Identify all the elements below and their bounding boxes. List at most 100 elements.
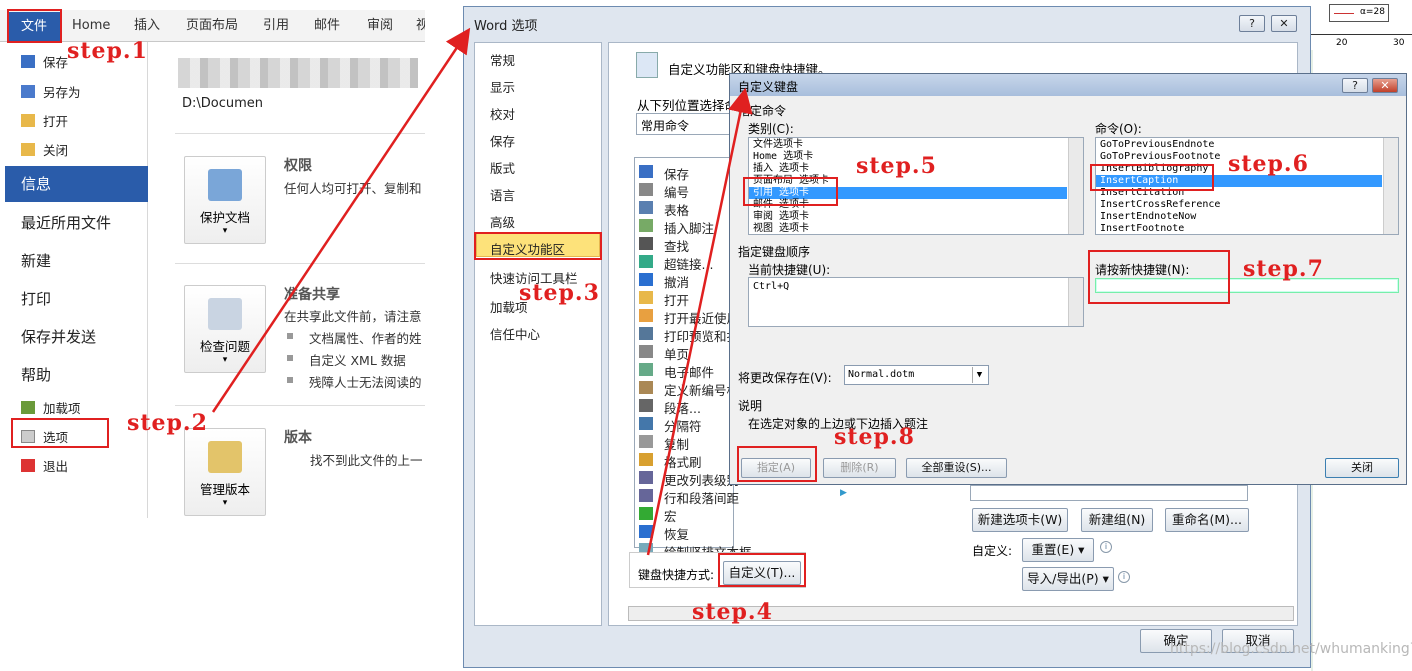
command-item[interactable]: 行和段落间距 bbox=[664, 488, 739, 507]
nav-print[interactable]: 打印 bbox=[5, 288, 148, 309]
chevron-down-icon[interactable]: ▼ bbox=[972, 367, 986, 383]
list-item[interactable]: Home 选项卡 bbox=[753, 151, 813, 163]
command-item[interactable]: 单页 bbox=[664, 344, 689, 363]
nav-layout[interactable]: 版式 bbox=[490, 158, 515, 177]
nav-proofing[interactable]: 校对 bbox=[490, 104, 515, 123]
nav-info[interactable]: 信息 bbox=[5, 166, 148, 202]
list-item[interactable]: InsertCrossReference bbox=[1100, 199, 1220, 211]
manage-versions-button[interactable]: 管理版本 ▾ bbox=[184, 428, 266, 516]
command-item[interactable]: 段落... bbox=[664, 398, 701, 417]
keyboard-help-button[interactable]: ? bbox=[1342, 78, 1368, 93]
command-item[interactable]: 表格 bbox=[664, 200, 689, 219]
command-item[interactable]: 保存 bbox=[664, 164, 689, 183]
nav-save-send[interactable]: 保存并发送 bbox=[5, 326, 148, 347]
choose-from-dropdown[interactable]: 常用命令 bbox=[636, 113, 732, 135]
keyboard-close-button[interactable]: 关闭 bbox=[1325, 458, 1399, 478]
tab-mailings[interactable]: 邮件 bbox=[314, 10, 340, 42]
check-issues-button[interactable]: 检查问题 ▾ bbox=[184, 285, 266, 373]
command-item[interactable]: 分隔符 bbox=[664, 416, 702, 435]
list-item[interactable]: 审阅 选项卡 bbox=[753, 211, 809, 223]
list-item[interactable]: 插入 选项卡 bbox=[753, 163, 809, 175]
new-tab-button[interactable]: 新建选项卡(W) bbox=[972, 508, 1068, 532]
prepare-share-item: 残障人士无法阅读的 bbox=[309, 375, 422, 390]
command-item[interactable]: 格式刷 bbox=[664, 452, 702, 471]
command-scrollbar[interactable] bbox=[1383, 138, 1398, 234]
command-item[interactable]: 查找 bbox=[664, 236, 689, 255]
ribbon-tabs: Home 插入 页面布局 引用 邮件 审阅 视 bbox=[0, 10, 425, 42]
current-keys-scrollbar[interactable] bbox=[1068, 278, 1083, 326]
list-item[interactable]: 文件选项卡 bbox=[753, 139, 803, 151]
highlight-assign bbox=[737, 446, 817, 482]
command-item[interactable]: 超链接... bbox=[664, 254, 713, 273]
command-item[interactable]: 打开 bbox=[664, 290, 689, 309]
current-keys-list[interactable]: Ctrl+Q bbox=[748, 277, 1084, 327]
folder-close-icon bbox=[21, 143, 35, 156]
remove-button[interactable]: 删除(R) bbox=[823, 458, 896, 478]
reset-button[interactable]: 重置(E) ▾ bbox=[1022, 538, 1094, 562]
reset-all-button[interactable]: 全部重设(S)... bbox=[906, 458, 1007, 478]
tab-page-layout[interactable]: 页面布局 bbox=[186, 10, 238, 42]
lock-key-icon bbox=[208, 169, 242, 201]
nav-advanced[interactable]: 高级 bbox=[490, 212, 515, 231]
tab-review[interactable]: 审阅 bbox=[367, 10, 393, 42]
command-item[interactable]: 复制 bbox=[664, 434, 689, 453]
addins-icon bbox=[21, 401, 35, 414]
command-icon bbox=[639, 489, 653, 502]
keyboard-titlebar bbox=[730, 74, 1406, 96]
nav-display[interactable]: 显示 bbox=[490, 77, 515, 96]
nav-close[interactable]: 关闭 bbox=[5, 140, 148, 159]
command-item[interactable]: 编号 bbox=[664, 182, 689, 201]
customize-icon bbox=[636, 52, 658, 78]
nav-save-as[interactable]: 另存为 bbox=[5, 82, 148, 101]
nav-recent[interactable]: 最近所用文件 bbox=[5, 212, 148, 233]
command-item[interactable]: 更改列表级别 bbox=[664, 470, 739, 489]
command-item[interactable]: 恢复 bbox=[664, 524, 689, 543]
list-item[interactable]: 视图 选项卡 bbox=[753, 223, 809, 234]
step-label: step.7 bbox=[1243, 256, 1324, 282]
list-item[interactable]: InsertEndnoteNow bbox=[1100, 211, 1196, 223]
nav-help[interactable]: 帮助 bbox=[5, 364, 148, 385]
keyboard-close-x-button[interactable]: ✕ bbox=[1372, 78, 1398, 93]
command-item[interactable]: 电子邮件 bbox=[664, 362, 714, 381]
nav-open[interactable]: 打开 bbox=[5, 111, 148, 130]
chart-legend: α=28 bbox=[1329, 4, 1389, 22]
watermark: https://blog.csdn.net/whumanking7 bbox=[1170, 641, 1412, 657]
category-scrollbar[interactable] bbox=[1068, 138, 1083, 234]
nav-new[interactable]: 新建 bbox=[5, 250, 148, 271]
list-item[interactable]: InsertFootnote bbox=[1100, 223, 1184, 234]
new-group-button[interactable]: 新建组(N) bbox=[1081, 508, 1153, 532]
list-item[interactable]: GoToPreviousFootnote bbox=[1100, 151, 1220, 163]
list-item[interactable]: GoToPreviousEndnote bbox=[1100, 139, 1214, 151]
command-icon bbox=[639, 291, 653, 304]
save-in-value: Normal.dotm bbox=[848, 369, 915, 380]
ribbon-tree-bottom[interactable] bbox=[970, 485, 1248, 501]
rename-button[interactable]: 重命名(M)... bbox=[1165, 508, 1249, 532]
tab-view[interactable]: 视 bbox=[416, 10, 425, 42]
import-export-button[interactable]: 导入/导出(P) ▾ bbox=[1022, 567, 1114, 591]
current-key[interactable]: Ctrl+Q bbox=[753, 281, 789, 293]
nav-save[interactable]: 保存 bbox=[490, 131, 515, 150]
options-close-button[interactable]: ✕ bbox=[1271, 15, 1297, 32]
highlight-new-key bbox=[1088, 250, 1230, 304]
nav-language[interactable]: 语言 bbox=[490, 185, 515, 204]
command-item[interactable]: 打印预览和打 bbox=[664, 326, 739, 345]
command-icon bbox=[639, 453, 653, 466]
options-help-button[interactable]: ? bbox=[1239, 15, 1265, 32]
save-in-dropdown[interactable]: Normal.dotm ▼ bbox=[844, 365, 989, 385]
highlight-command bbox=[1090, 164, 1214, 191]
nav-exit[interactable]: 退出 bbox=[5, 456, 148, 475]
prepare-share-item: 自定义 XML 数据 bbox=[309, 353, 406, 368]
highlight-options bbox=[11, 418, 109, 448]
tab-references[interactable]: 引用 bbox=[263, 10, 289, 42]
protect-document-button[interactable]: 保护文档 ▾ bbox=[184, 156, 266, 244]
command-icon bbox=[639, 381, 653, 394]
nav-general[interactable]: 常规 bbox=[490, 50, 515, 69]
versions-title: 版本 bbox=[284, 430, 312, 446]
nav-trust-center[interactable]: 信任中心 bbox=[490, 324, 540, 343]
command-item[interactable]: 插入脚注 bbox=[664, 218, 714, 237]
command-item[interactable]: 打开最近使用 bbox=[664, 308, 739, 327]
chevron-down-icon: ▾ bbox=[222, 498, 228, 508]
command-item[interactable]: 宏 bbox=[664, 506, 677, 525]
command-item[interactable]: 定义新编号格 bbox=[664, 380, 739, 399]
command-item[interactable]: 撤消 bbox=[664, 272, 689, 291]
